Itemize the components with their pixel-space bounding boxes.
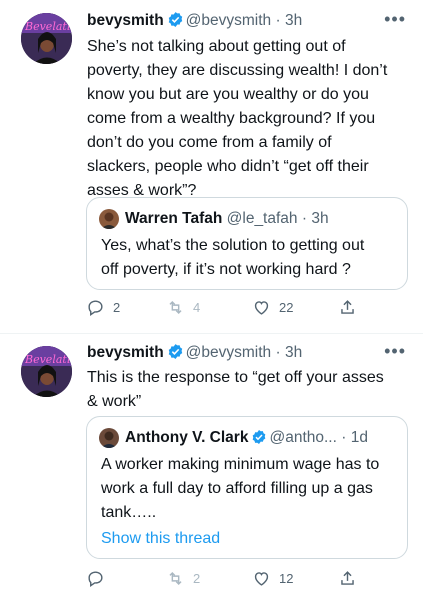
share-button[interactable]	[338, 298, 357, 317]
retweet-icon	[166, 298, 185, 317]
show-thread-link[interactable]: Show this thread	[101, 527, 391, 551]
avatar[interactable]: Bevelations	[21, 13, 72, 64]
quoted-timestamp: 1d	[350, 429, 368, 446]
quoted-text-line: off poverty, if it’s not working hard ?	[101, 261, 351, 278]
verified-badge-icon	[167, 11, 184, 34]
more-options-icon[interactable]: •••	[384, 9, 406, 30]
like-count: 22	[279, 300, 294, 315]
tweet-text-line: poverty, they are discussing wealth! I d…	[87, 62, 388, 79]
heart-icon	[252, 298, 271, 317]
quoted-author-avatar	[99, 209, 119, 229]
more-options-icon[interactable]: •••	[384, 341, 406, 362]
share-button[interactable]	[338, 569, 357, 588]
tweet-text-line: come from a wealthy background? If you	[87, 110, 376, 127]
quoted-text-line: tank…..	[101, 504, 157, 521]
author-handle[interactable]: @bevysmith	[186, 344, 272, 361]
retweet-count: 2	[193, 571, 201, 586]
author-name[interactable]: bevysmith	[87, 12, 164, 29]
author-name[interactable]: bevysmith	[87, 344, 164, 361]
verified-badge-icon	[167, 343, 184, 366]
quoted-author-handle: @le_tafah	[226, 210, 298, 227]
tweet-text-line: This is the response to “get off your as…	[87, 369, 384, 386]
tweet-actions: 2 4 22	[86, 298, 406, 318]
tweet-divider	[0, 333, 423, 334]
quoted-author-name: Anthony V. Clark	[125, 429, 249, 446]
svg-text:Bevelations: Bevelations	[24, 20, 72, 33]
reply-icon	[86, 298, 105, 317]
svg-text:Bevelations: Bevelations	[24, 353, 72, 366]
tweet-text: She’s not talking about getting out of p…	[87, 35, 407, 203]
timestamp[interactable]: 3h	[285, 12, 302, 29]
verified-badge-icon	[251, 429, 267, 451]
quoted-tweet-text: Yes, what’s the solution to getting out …	[101, 234, 391, 282]
reply-button[interactable]: 2	[86, 298, 120, 317]
quoted-tweet-header: Warren Tafah @le_tafah · 3h	[125, 210, 329, 227]
tweet-actions: 2 12	[86, 569, 406, 589]
avatar[interactable]: Bevelations	[21, 346, 72, 397]
timestamp[interactable]: 3h	[285, 344, 302, 361]
like-button[interactable]: 22	[252, 298, 293, 317]
reply-button[interactable]	[86, 569, 113, 588]
tweet-text-line: slackers, people who didn’t “get off the…	[87, 158, 369, 175]
heart-icon	[252, 569, 271, 588]
quoted-author-name: Warren Tafah	[125, 210, 223, 227]
tweet-text-line: & work”	[87, 393, 142, 410]
reply-count: 2	[113, 300, 121, 315]
quoted-tweet[interactable]: Anthony V. Clark @antho... · 1d A worker …	[86, 416, 408, 559]
tweet-text-line: know you but are you wealthy or do you	[87, 86, 369, 103]
like-button[interactable]: 12	[252, 569, 293, 588]
reply-icon	[86, 569, 105, 588]
like-count: 12	[279, 571, 294, 586]
quoted-text-line: A worker making minimum wage has to	[101, 456, 380, 473]
author-handle[interactable]: @bevysmith	[186, 12, 272, 29]
quoted-text-line: Yes, what’s the solution to getting out	[101, 237, 365, 254]
quoted-tweet-text: A worker making minimum wage has to work…	[101, 453, 391, 525]
tweet-header: bevysmith @bevysmith · 3h	[87, 11, 302, 34]
tweet-text: This is the response to “get off your as…	[87, 366, 407, 414]
retweet-icon	[166, 569, 185, 588]
tweet-text-line: don’t do you come from a family of	[87, 134, 332, 151]
share-icon	[338, 569, 357, 588]
retweet-button[interactable]: 2	[166, 569, 200, 588]
retweet-button[interactable]: 4	[166, 298, 200, 317]
quoted-timestamp: 3h	[311, 210, 329, 227]
share-icon	[338, 298, 357, 317]
quoted-author-handle: @antho...	[269, 429, 337, 446]
retweet-count: 4	[193, 300, 201, 315]
tweet-text-line: She’s not talking about getting out of	[87, 38, 346, 55]
tweet-header: bevysmith @bevysmith · 3h	[87, 343, 302, 366]
quoted-tweet-header: Anthony V. Clark @antho... · 1d	[125, 428, 368, 451]
quoted-author-avatar	[99, 428, 119, 448]
quoted-text-line: work a full day to afford filling up a g…	[101, 480, 373, 497]
quoted-tweet[interactable]: Warren Tafah @le_tafah · 3h Yes, what’s …	[86, 197, 408, 290]
